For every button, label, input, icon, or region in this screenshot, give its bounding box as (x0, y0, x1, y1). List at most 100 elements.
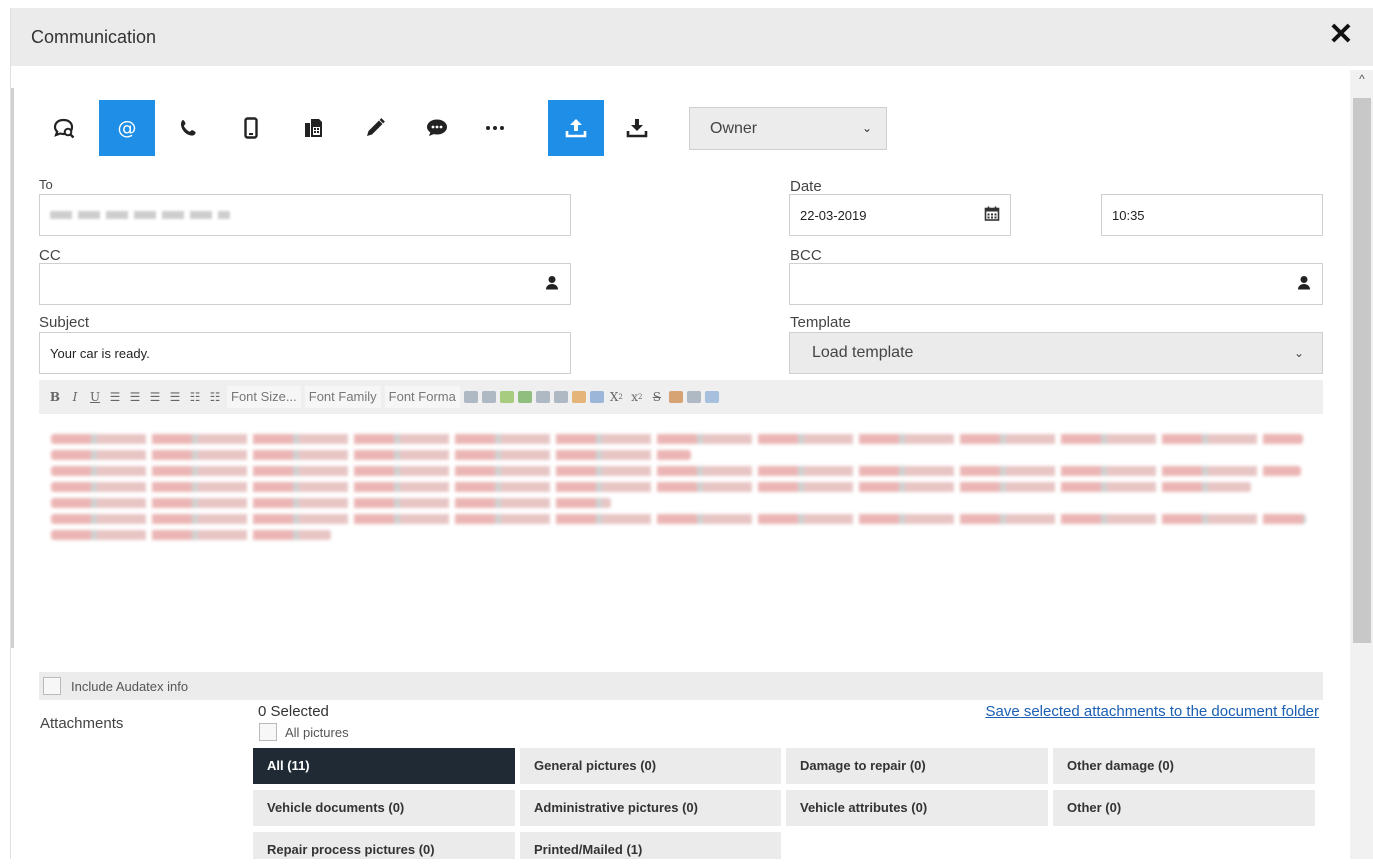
clear-format-icon[interactable] (668, 391, 683, 403)
mobile-button[interactable] (223, 100, 279, 156)
superscript-button[interactable]: x2 (629, 387, 645, 407)
scroll-thumb[interactable] (1353, 98, 1371, 643)
color-palette-icon[interactable] (571, 391, 586, 403)
all-pictures-row: All pictures (259, 723, 349, 741)
outgoing-button[interactable] (548, 100, 604, 156)
fax-button[interactable] (285, 100, 341, 156)
category-vehicle-documents[interactable]: Vehicle documents (0) (253, 790, 515, 826)
incoming-button[interactable] (609, 100, 665, 156)
to-field[interactable] (39, 194, 571, 236)
recipient-select[interactable]: Owner ⌄ (689, 107, 887, 150)
redacted-text-line (51, 514, 1306, 524)
chevron-down-icon: ⌄ (861, 121, 872, 135)
category-all[interactable]: All (11) (253, 748, 515, 784)
editor-toolbar: B I U ☰ ☰ ☰ ☰ ☷ ☷ Font Size... Font Fami… (39, 380, 1323, 414)
align-right-icon[interactable]: ☰ (147, 387, 163, 407)
align-center-icon[interactable]: ☰ (127, 387, 143, 407)
cc-field[interactable] (39, 263, 571, 305)
close-icon[interactable]: ✕ (1326, 20, 1356, 50)
svg-text:@: @ (118, 117, 137, 139)
font-format-select[interactable]: Font Forma (384, 386, 460, 408)
category-printed-mailed[interactable]: Printed/Mailed (1) (520, 832, 781, 859)
redacted-text-line (51, 498, 611, 508)
indent-icon[interactable] (481, 391, 496, 403)
redacted-text-line (51, 450, 691, 460)
category-general-pictures[interactable]: General pictures (0) (520, 748, 781, 784)
category-vehicle-attributes[interactable]: Vehicle attributes (0) (786, 790, 1048, 826)
subject-value: Your car is ready. (50, 345, 150, 361)
horizontal-rule-icon[interactable] (686, 391, 701, 403)
align-left-icon[interactable]: ☰ (107, 387, 123, 407)
calendar-icon[interactable] (984, 206, 1000, 225)
bullet-list-icon[interactable]: ☷ (187, 387, 203, 407)
edit-source-icon[interactable] (589, 391, 604, 403)
subject-field[interactable]: Your car is ready. (39, 332, 571, 374)
cc-label: CC (39, 247, 61, 264)
chat-search-icon (53, 118, 75, 139)
date-field[interactable]: 22-03-2019 (789, 194, 1011, 236)
bold-button[interactable]: B (47, 387, 63, 407)
category-other-damage[interactable]: Other damage (0) (1053, 748, 1315, 784)
all-pictures-checkbox[interactable] (259, 723, 277, 741)
left-border (11, 88, 14, 648)
template-select[interactable]: Load template ⌄ (789, 332, 1323, 374)
contact-person-icon[interactable] (1296, 275, 1312, 294)
category-administrative-pictures[interactable]: Administrative pictures (0) (520, 790, 781, 826)
insert-image-icon[interactable] (704, 391, 719, 403)
message-button[interactable] (409, 100, 465, 156)
italic-button[interactable]: I (67, 387, 83, 407)
redacted-text-line (51, 466, 1301, 476)
strikethrough-icon[interactable]: S (649, 387, 665, 407)
category-damage-to-repair[interactable]: Damage to repair (0) (786, 748, 1048, 784)
subscript-button[interactable]: X2 (608, 387, 625, 407)
message-editor[interactable] (39, 416, 1323, 670)
redacted-text-line (51, 530, 331, 540)
numbered-list-icon[interactable]: ☷ (207, 387, 223, 407)
more-button[interactable] (467, 100, 523, 156)
fax-icon (305, 119, 322, 137)
scrollbar[interactable]: ^ (1350, 70, 1373, 859)
recipient-select-value: Owner (710, 120, 758, 137)
save-attachments-link[interactable]: Save selected attachments to the documen… (985, 703, 1319, 720)
include-audatex-row: Include Audatex info (39, 672, 1323, 700)
outdent-icon[interactable] (463, 391, 478, 403)
underline-button[interactable]: U (87, 387, 103, 407)
template-label: Template (790, 314, 851, 331)
replace-icon[interactable] (517, 391, 532, 403)
download-icon (626, 119, 648, 138)
link-icon[interactable] (535, 391, 550, 403)
bcc-field[interactable] (789, 263, 1323, 305)
date-label: Date (790, 178, 822, 195)
scroll-up-arrow-icon[interactable]: ^ (1350, 72, 1373, 86)
email-button[interactable]: @ (99, 100, 155, 156)
redacted-text-line (51, 434, 1303, 444)
category-other[interactable]: Other (0) (1053, 790, 1315, 826)
note-button[interactable] (347, 100, 403, 156)
phone-icon (181, 120, 196, 136)
more-icon (486, 126, 504, 130)
message-icon (427, 119, 447, 136)
communication-dialog: Communication ✕ ^ @ Owner ⌄ To Date 22-0… (10, 8, 1373, 859)
dialog-title: Communication (31, 27, 157, 47)
redacted-text-line (51, 482, 1251, 492)
subscript-label: X (609, 390, 619, 404)
font-size-select[interactable]: Font Size... (227, 386, 301, 408)
date-value: 22-03-2019 (800, 207, 867, 223)
category-repair-process-pictures[interactable]: Repair process pictures (0) (253, 832, 515, 859)
title-bar: Communication ✕ (11, 8, 1373, 66)
chat-search-button[interactable] (36, 100, 92, 156)
pencil-icon (367, 118, 385, 136)
time-field[interactable]: 10:35 (1101, 194, 1323, 236)
mobile-icon (244, 117, 258, 139)
superscript-label: x (631, 390, 639, 404)
email-icon: @ (118, 117, 137, 139)
template-select-value: Load template (812, 344, 914, 361)
align-justify-icon[interactable]: ☰ (167, 387, 183, 407)
unlink-icon[interactable] (553, 391, 568, 403)
contact-person-icon[interactable] (544, 275, 560, 294)
spellcheck-icon[interactable] (499, 391, 514, 403)
font-family-select[interactable]: Font Family (304, 386, 381, 408)
to-field-value-redacted (50, 211, 230, 219)
include-audatex-checkbox[interactable] (43, 677, 61, 695)
phone-button[interactable] (161, 100, 217, 156)
